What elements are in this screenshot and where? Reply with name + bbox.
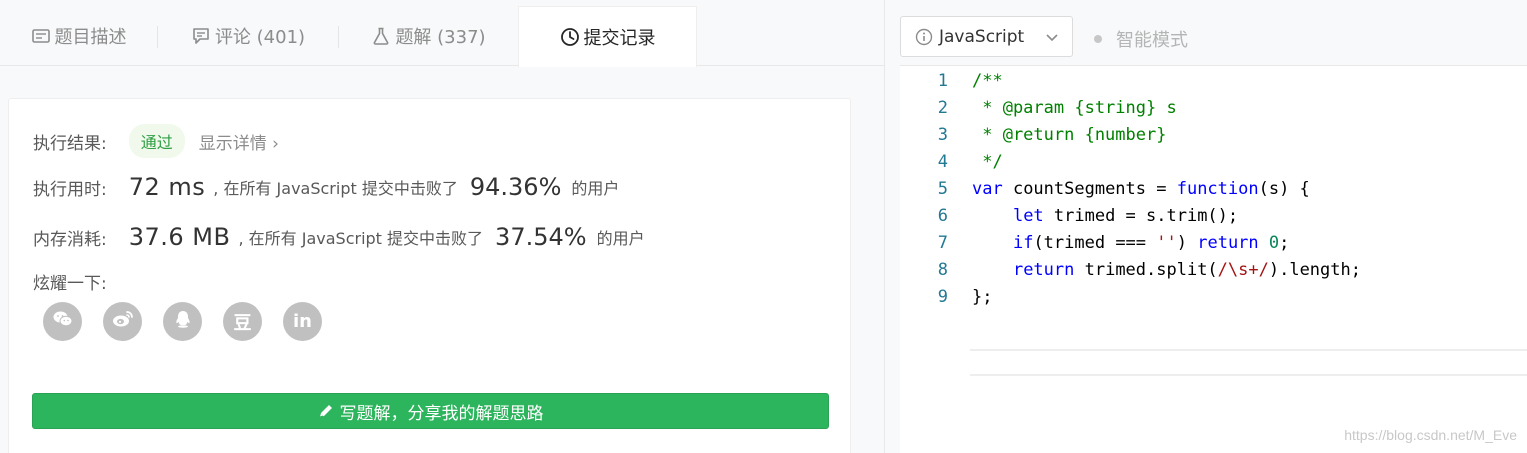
runtime-value: 72 ms xyxy=(128,173,206,201)
pencil-icon xyxy=(318,403,334,419)
share-linkedin-button[interactable]: in xyxy=(283,302,322,341)
tab-label: 评论 (401) xyxy=(214,27,306,48)
show-details-link[interactable]: 显示详情 › xyxy=(199,129,279,154)
tab-bar: 题目描述 评论 (401) 题解 (337) 提交记录 xyxy=(0,0,884,67)
panel-splitter[interactable] xyxy=(884,0,900,453)
code-line: 4 */ xyxy=(900,148,1527,175)
smart-mode-dot xyxy=(1094,35,1102,43)
code-text: */ xyxy=(972,151,1003,172)
tab-solutions[interactable]: 题解 (337) xyxy=(339,6,518,66)
wechat-icon xyxy=(52,309,74,334)
write-solution-label: 写题解，分享我的解题思路 xyxy=(339,403,544,424)
line-number: 9 xyxy=(937,286,948,307)
status-label: 执行结果: xyxy=(33,133,107,154)
code-text: if(trimed === '') return 0; xyxy=(1012,232,1290,253)
language-value: JavaScript xyxy=(939,26,1025,47)
code-line: 8 return trimed.split(/\s+/).length; xyxy=(900,256,1527,283)
code-text: /** xyxy=(972,70,1003,91)
description-icon xyxy=(31,26,51,46)
tab-label: 题目描述 xyxy=(54,27,127,48)
code-line: 7 if(trimed === '') return 0; xyxy=(900,229,1527,256)
app-root: 题目描述 评论 (401) 题解 (337) 提交记录 执行结果: 通过 显示详… xyxy=(0,0,1527,453)
share-label-row: 炫耀一下: xyxy=(33,269,107,294)
memory-row: 内存消耗: 37.6 MB , 在所有 JavaScript 提交中击败了 37… xyxy=(33,223,645,251)
tab-submissions[interactable]: 提交记录 xyxy=(518,6,697,67)
chevron-right-icon: › xyxy=(272,133,279,154)
chevron-down-icon xyxy=(1044,29,1060,45)
line-number: 1 xyxy=(937,70,948,91)
write-solution-button[interactable]: 写题解，分享我的解题思路 xyxy=(32,393,829,429)
code-text: * @return {number} xyxy=(972,124,1167,145)
runtime-label: 执行用时: xyxy=(33,179,107,200)
tab-label: 题解 (337) xyxy=(395,27,486,48)
status-badge: 通过 xyxy=(128,124,185,158)
line-number: 3 xyxy=(937,124,948,145)
tab-description[interactable]: 题目描述 xyxy=(0,6,157,66)
line-number: 5 xyxy=(937,178,948,199)
left-panel: 题目描述 评论 (401) 题解 (337) 提交记录 执行结果: 通过 显示详… xyxy=(0,0,884,453)
submission-result-card: 执行结果: 通过 显示详情 › 执行用时: 72 ms , 在所有 JavaSc… xyxy=(8,98,851,453)
code-line: 9 }; xyxy=(900,283,1527,310)
memory-label: 内存消耗: xyxy=(33,229,107,250)
line-number: 6 xyxy=(937,205,948,226)
memory-percent: 37.54% xyxy=(495,223,587,251)
code-text: * @param {string} s xyxy=(972,97,1177,118)
share-douban-button[interactable]: 豆 xyxy=(223,302,262,341)
current-line-highlight xyxy=(970,349,1527,376)
qq-icon xyxy=(174,309,192,334)
weibo-icon xyxy=(112,309,134,334)
runtime-percent: 94.36% xyxy=(469,173,562,201)
info-icon xyxy=(915,28,933,46)
code-line: 6 let trimed = s.trim(); xyxy=(900,202,1527,229)
code-line: 1 /** xyxy=(900,67,1527,94)
smart-mode-toggle[interactable]: 智能模式 xyxy=(1094,26,1188,52)
memory-suffix: 的用户 xyxy=(596,229,645,248)
code-text: var countSegments = function(s) { xyxy=(972,178,1310,199)
code-editor[interactable]: 1 /** 2 * @param {string} s 3 * @return … xyxy=(900,66,1527,453)
runtime-text: , 在所有 JavaScript 提交中击败了 xyxy=(213,179,458,198)
code-text: }; xyxy=(972,286,993,307)
smart-mode-label: 智能模式 xyxy=(1116,30,1188,51)
code-text: return trimed.split(/\s+/).length; xyxy=(1012,259,1361,280)
clock-icon xyxy=(560,27,580,47)
editor-panel: JavaScript 智能模式 1 /** 2 * @param {string… xyxy=(900,0,1527,453)
memory-value: 37.6 MB xyxy=(128,223,231,251)
runtime-row: 执行用时: 72 ms , 在所有 JavaScript 提交中击败了 94.3… xyxy=(33,173,619,201)
runtime-suffix: 的用户 xyxy=(571,179,620,198)
code-line: 3 * @return {number} xyxy=(900,121,1527,148)
linkedin-icon: in xyxy=(293,311,312,332)
code-line: 2 * @param {string} s xyxy=(900,94,1527,121)
tab-comments[interactable]: 评论 (401) xyxy=(158,6,338,66)
code-text: let trimed = s.trim(); xyxy=(1012,205,1239,226)
share-label: 炫耀一下: xyxy=(33,274,107,294)
line-number: 4 xyxy=(937,151,948,172)
share-buttons: 豆 in xyxy=(43,302,343,341)
line-number: 8 xyxy=(937,259,948,280)
tab-label: 提交记录 xyxy=(583,28,656,49)
status-row: 执行结果: 通过 显示详情 › xyxy=(33,124,279,158)
memory-text: , 在所有 JavaScript 提交中击败了 xyxy=(238,229,484,248)
share-qq-button[interactable] xyxy=(163,302,202,341)
editor-toolbar: JavaScript 智能模式 xyxy=(900,0,1527,66)
code-line: 5 var countSegments = function(s) { xyxy=(900,175,1527,202)
share-weibo-button[interactable] xyxy=(103,302,142,341)
language-select[interactable]: JavaScript xyxy=(900,16,1073,57)
douban-icon: 豆 xyxy=(233,312,252,334)
comment-icon xyxy=(191,26,211,46)
share-wechat-button[interactable] xyxy=(43,302,82,341)
flask-icon xyxy=(371,26,391,46)
watermark: https://blog.csdn.net/M_Eve xyxy=(1344,427,1517,443)
line-number: 7 xyxy=(937,232,948,253)
line-number: 2 xyxy=(937,97,948,118)
